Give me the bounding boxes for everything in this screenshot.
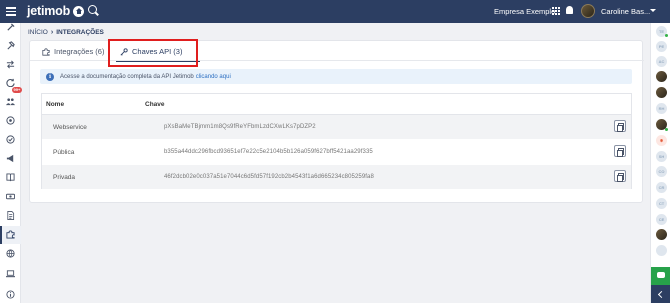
- transfer-icon[interactable]: [6, 60, 15, 69]
- api-keys-table: Nome Chave Webservice pXsBaMeTBjmm1m8Qs9…: [41, 93, 632, 190]
- refresh-icon[interactable]: [6, 78, 15, 87]
- online-indicator: [665, 128, 668, 131]
- documentation-link[interactable]: clicando aqui: [196, 74, 231, 80]
- sidebar-item-integrations[interactable]: [0, 226, 21, 244]
- collapse-sidebar-button[interactable]: [651, 285, 670, 303]
- contact-avatar[interactable]: PE: [656, 41, 667, 52]
- breadcrumb-home[interactable]: INÍCIO: [28, 29, 48, 36]
- apps-grid-icon[interactable]: [552, 7, 560, 15]
- column-header-key: Chave: [145, 101, 165, 108]
- people-icon[interactable]: [6, 97, 15, 106]
- info-text: Acesse a documentação completa da API Je…: [60, 73, 194, 80]
- hammer-icon[interactable]: [6, 41, 15, 50]
- info-icon: i: [46, 72, 54, 81]
- contact-avatar[interactable]: CT: [656, 198, 667, 209]
- info-banner: i Acesse a documentação completa da API …: [40, 69, 632, 84]
- check-circle-icon[interactable]: [6, 135, 15, 144]
- contact-avatar[interactable]: CO: [656, 166, 667, 177]
- document-icon[interactable]: [6, 211, 15, 220]
- left-sidebar: 99+: [0, 23, 22, 303]
- laptop-icon[interactable]: [6, 269, 15, 278]
- contact-avatar[interactable]: [656, 245, 667, 256]
- copy-button[interactable]: [614, 145, 626, 157]
- table-row: Privada 46f2dcb02e0c037a51e7044c6d5fd57f…: [42, 165, 631, 190]
- menu-icon[interactable]: [6, 5, 16, 17]
- info-icon[interactable]: [6, 290, 15, 299]
- user-avatar[interactable]: [581, 4, 595, 18]
- key-name: Webservice: [53, 124, 87, 131]
- bell-icon[interactable]: [566, 6, 573, 14]
- chevron-down-icon[interactable]: [650, 9, 656, 12]
- copy-button[interactable]: [614, 120, 626, 132]
- table-row: Webservice pXsBaMeTBjmm1m8Qs9fReYFbmLzdC…: [42, 115, 631, 140]
- globe-icon[interactable]: [6, 249, 15, 258]
- right-sidebar: TE PE AC RH ✱ SH CO CR CT CE: [650, 23, 670, 303]
- target-icon[interactable]: [6, 116, 15, 125]
- house-logo-icon: [73, 5, 85, 17]
- copy-button[interactable]: [614, 170, 626, 182]
- online-indicator: [665, 34, 668, 37]
- tools-icon[interactable]: [6, 23, 15, 32]
- logo[interactable]: jetimob: [27, 4, 85, 18]
- search-icon[interactable]: [88, 5, 97, 14]
- key-value: pXsBaMeTBjmm1m8Qs9fReYFbmLzdCXwLKs7pDZP2: [164, 124, 316, 130]
- breadcrumb-current: INTEGRAÇÕES: [56, 29, 104, 36]
- brand-name: jetimob: [27, 4, 71, 18]
- key-value: 46f2dcb02e0c037a51e7044c6d5fd57f192cb2b4…: [164, 174, 374, 180]
- contact-avatar[interactable]: SH: [656, 151, 667, 162]
- integrations-card: Integrações (6) Chaves API (3) i Acesse …: [29, 39, 644, 203]
- puzzle-icon: [42, 47, 50, 56]
- top-bar: jetimob Empresa Exemplo Caroline Bas...: [0, 0, 670, 23]
- column-header-name: Nome: [46, 101, 65, 108]
- table-row: Pública b355a44ddc296fbcd93651ef7e22c5e2…: [42, 140, 631, 165]
- contact-avatar[interactable]: [656, 229, 667, 240]
- contact-avatar[interactable]: [656, 87, 667, 98]
- book-icon[interactable]: [6, 173, 15, 182]
- megaphone-icon[interactable]: [6, 154, 15, 163]
- puzzle-icon: [6, 230, 15, 239]
- chat-button[interactable]: [651, 267, 670, 285]
- money-icon[interactable]: [6, 192, 15, 201]
- tab-integrations[interactable]: Integrações (6): [42, 44, 104, 59]
- key-name: Privada: [53, 174, 76, 181]
- breadcrumb: INÍCIO › INTEGRAÇÕES: [28, 29, 104, 36]
- contact-avatar[interactable]: AC: [656, 56, 667, 67]
- notification-badge: 99+: [12, 87, 22, 93]
- tab-highlight-box: [108, 39, 198, 67]
- contact-avatar[interactable]: CE: [656, 214, 667, 225]
- contact-avatar[interactable]: [656, 71, 667, 82]
- contact-avatar[interactable]: RH: [656, 103, 667, 114]
- tab-integrations-label: Integrações (6): [54, 47, 105, 56]
- key-value: b355a44ddc296fbcd93651ef7e22c5e2104b5b12…: [164, 149, 373, 155]
- key-name: Pública: [53, 149, 75, 156]
- contact-avatar[interactable]: CR: [656, 182, 667, 193]
- table-header: Nome Chave: [42, 94, 631, 115]
- hubspot-icon[interactable]: ✱: [656, 135, 667, 146]
- tab-bar: Integrações (6) Chaves API (3): [30, 39, 644, 67]
- company-name[interactable]: Empresa Exemplo: [494, 7, 555, 16]
- user-name[interactable]: Caroline Bas...: [601, 7, 650, 16]
- chevron-right-icon: ›: [50, 29, 54, 36]
